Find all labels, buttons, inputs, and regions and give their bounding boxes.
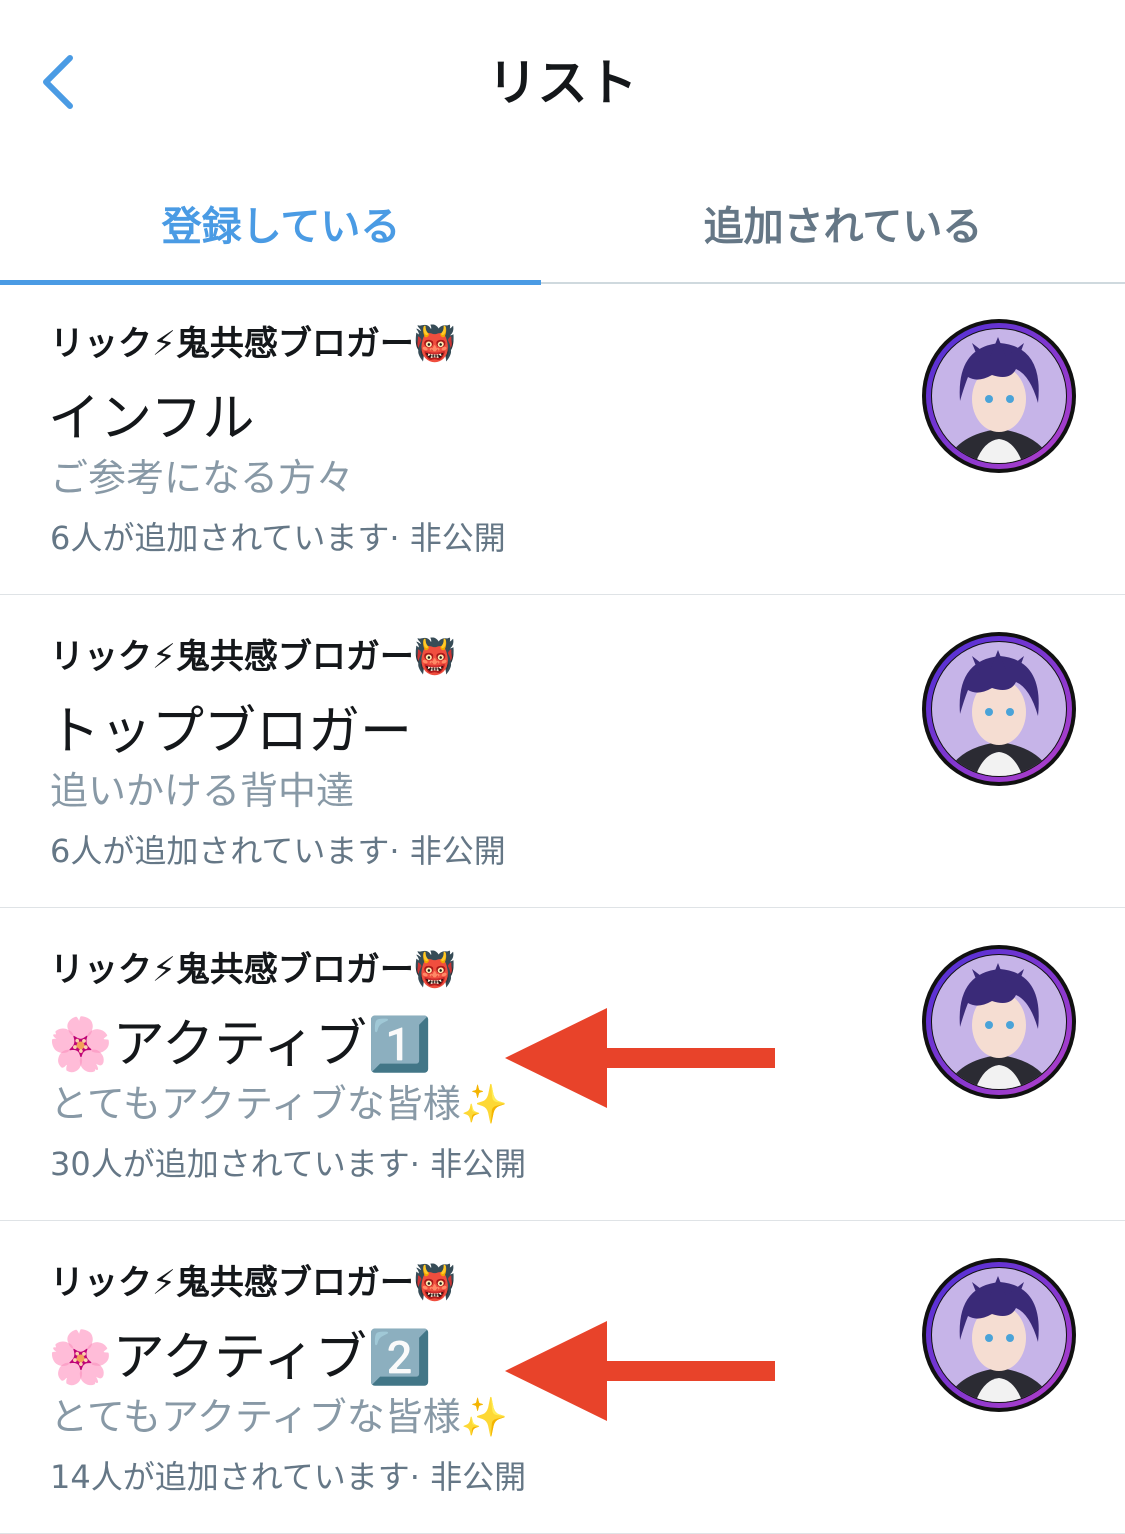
list-collection: リック⚡鬼共感ブロガー👹 インフル ご参考になる方々 6人が追加されています· … (0, 282, 1125, 1534)
avatar (922, 1258, 1076, 1412)
list-description: ご参考になる方々 (50, 456, 355, 500)
tab-label: 登録している (161, 203, 401, 250)
avatar (922, 632, 1076, 786)
list-meta: 6人が追加されています· 非公開 (50, 519, 506, 557)
tab-member-of[interactable]: 追加されている (562, 165, 1124, 280)
list-item[interactable]: リック⚡鬼共感ブロガー👹 トップブロガー 追いかける背中達 6人が追加されていま… (0, 595, 1125, 908)
navigation-bar: リスト (0, 0, 1125, 165)
list-name: 🌸アクティブ2️⃣ (48, 1328, 432, 1388)
list-description: とてもアクティブな皆様✨ (50, 1082, 509, 1126)
tab-subscribed[interactable]: 登録している (0, 165, 562, 280)
list-name: 🌸アクティブ1️⃣ (48, 1015, 432, 1075)
tab-bar: 登録している 追加されている (0, 165, 1125, 285)
list-item[interactable]: リック⚡鬼共感ブロガー👹 🌸アクティブ2️⃣ とてもアクティブな皆様✨ 14人が… (0, 1221, 1125, 1534)
list-name: インフル (48, 389, 255, 449)
list-item[interactable]: リック⚡鬼共感ブロガー👹 🌸アクティブ1️⃣ とてもアクティブな皆様✨ 30人が… (0, 908, 1125, 1221)
page-title: リスト (487, 54, 638, 112)
list-name: トップブロガー (48, 702, 413, 762)
list-description: とてもアクティブな皆様✨ (50, 1395, 509, 1439)
list-owner: リック⚡鬼共感ブロガー👹 (50, 324, 457, 364)
list-owner: リック⚡鬼共感ブロガー👹 (50, 950, 457, 990)
annotation-arrow (505, 1008, 775, 1108)
annotation-arrow (505, 1321, 775, 1421)
list-owner: リック⚡鬼共感ブロガー👹 (50, 1263, 457, 1303)
avatar (922, 945, 1076, 1099)
avatar (922, 319, 1076, 473)
list-meta: 30人が追加されています· 非公開 (50, 1145, 527, 1183)
tab-label: 追加されている (703, 203, 983, 250)
list-meta: 14人が追加されています· 非公開 (50, 1458, 527, 1496)
list-description: 追いかける背中達 (50, 769, 355, 813)
list-owner: リック⚡鬼共感ブロガー👹 (50, 637, 457, 677)
list-item[interactable]: リック⚡鬼共感ブロガー👹 インフル ご参考になる方々 6人が追加されています· … (0, 282, 1125, 595)
list-meta: 6人が追加されています· 非公開 (50, 832, 506, 870)
